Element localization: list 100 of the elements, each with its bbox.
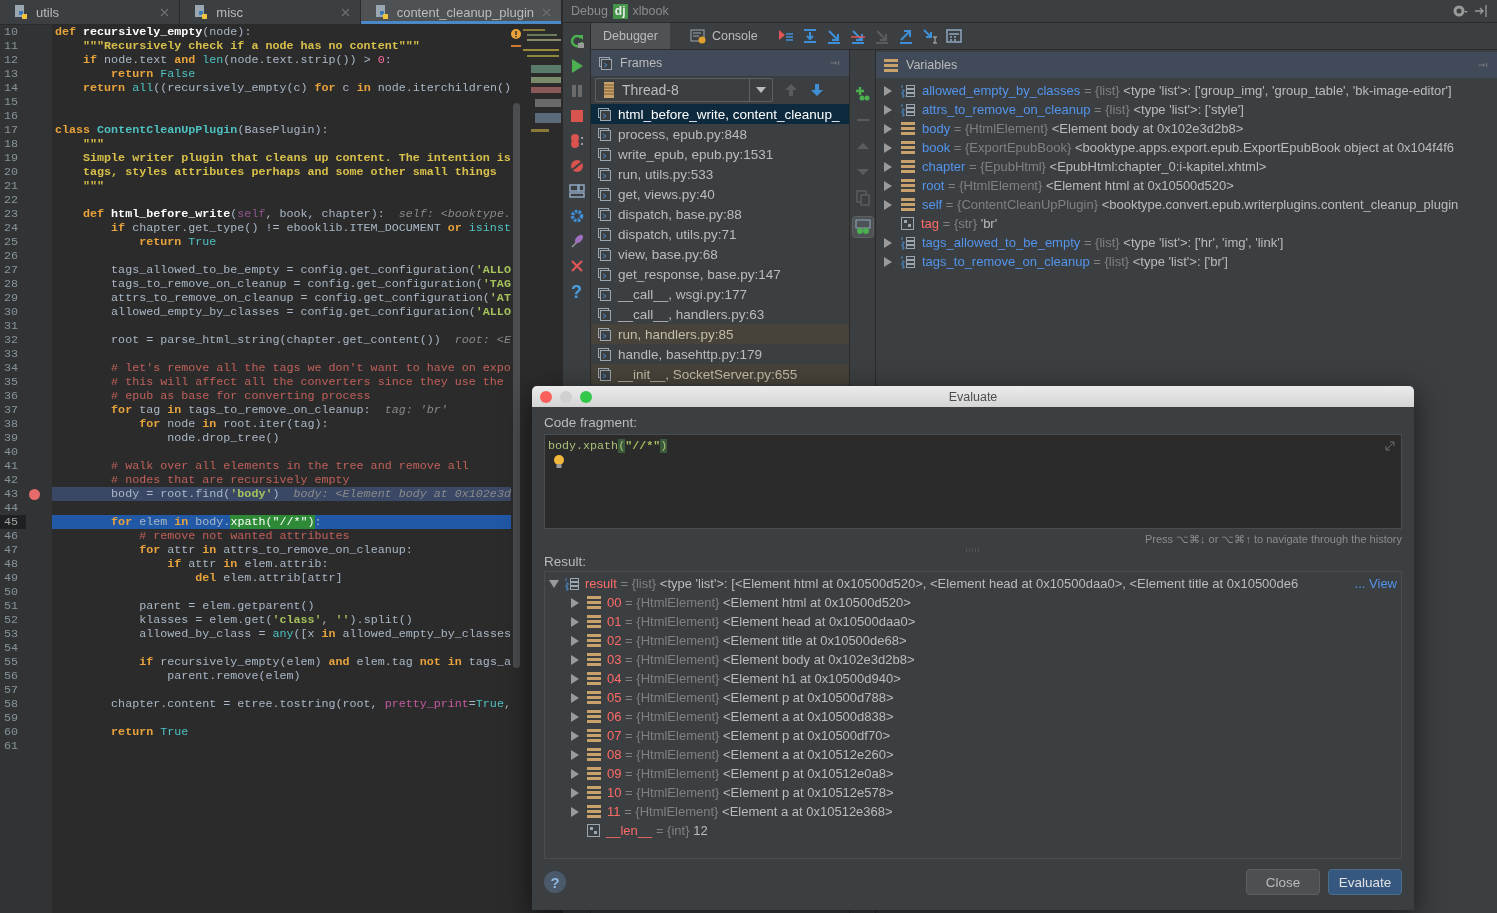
- result-entry[interactable]: 02 = {HtmlElement} <Element title at 0x10500de68>: [607, 633, 907, 648]
- add-watch-icon[interactable]: [854, 86, 871, 102]
- stack-frame[interactable]: get, views.py:40: [591, 184, 849, 204]
- next-frame-icon[interactable]: [809, 82, 825, 98]
- stack-frame[interactable]: run, handlers.py:85: [591, 324, 849, 344]
- watches-toggle-icon[interactable]: [851, 216, 874, 238]
- show-execution-point-icon[interactable]: [777, 28, 794, 44]
- editor-tab[interactable]: misc: [180, 0, 361, 24]
- expand-arrow-icon[interactable]: [883, 256, 893, 267]
- result-entry[interactable]: 11 = {HtmlElement} <Element a at 0x10512e368>: [607, 804, 893, 819]
- warning-icon[interactable]: [511, 29, 521, 39]
- variable-entry[interactable]: root = {HtmlElement} <Element html at 0x10500d520>: [922, 178, 1234, 193]
- variable-entry[interactable]: tag = {str} 'br': [921, 216, 998, 231]
- result-entry[interactable]: 04 = {HtmlElement} <Element h1 at 0x10500d940>: [607, 671, 901, 686]
- stack-frame[interactable]: __call__, wsgi.py:177: [591, 284, 849, 304]
- expand-arrow-icon[interactable]: [883, 199, 893, 210]
- variable-entry[interactable]: chapter = {EpubHtml} <EpubHtml:chapter_0:i-kapitel.xhtml>: [922, 159, 1267, 174]
- expand-arrow-icon[interactable]: [570, 692, 580, 703]
- variable-entry[interactable]: tags_allowed_to_be_empty = {list} <type 'list'>: ['hr', 'img', 'link']: [922, 235, 1284, 250]
- expand-arrow-icon[interactable]: [570, 635, 580, 646]
- stack-frame[interactable]: process, epub.py:848: [591, 124, 849, 144]
- console-icon[interactable]: [689, 28, 706, 44]
- close-button[interactable]: Close: [1246, 869, 1320, 895]
- result-entry[interactable]: 06 = {HtmlElement} <Element a at 0x10500d838>: [607, 709, 894, 724]
- stack-frame[interactable]: handle, basehttp.py:179: [591, 344, 849, 364]
- editor-tab[interactable]: utils: [0, 0, 181, 24]
- expand-arrow-icon[interactable]: [570, 749, 580, 760]
- step-out-icon[interactable]: [897, 28, 914, 44]
- hide-panel-icon[interactable]: [1473, 3, 1489, 19]
- expand-arrow-icon[interactable]: [570, 730, 580, 741]
- result-entry[interactable]: 05 = {HtmlElement} <Element p at 0x10500d788>: [607, 690, 894, 705]
- expand-arrow-icon[interactable]: [883, 142, 893, 153]
- result-entry[interactable]: result = {list} <type 'list'>: [<Element html at 0x10500d520>, <Element head at 0x10500daa0>, <Element title at 0x10500de6: [585, 576, 1299, 591]
- expand-arrow-icon[interactable]: [570, 768, 580, 779]
- stack-frame[interactable]: dispatch, base.py:88: [591, 204, 849, 224]
- rerun-icon[interactable]: [568, 33, 585, 49]
- settings-icon[interactable]: [568, 208, 585, 224]
- variable-entry[interactable]: book = {ExportEpubBook} <booktype.apps.export.epub.ExportEpubBook object at 0x104f4f6: [922, 140, 1454, 155]
- stack-frame[interactable]: html_before_write, content_cleanup_: [591, 104, 849, 124]
- variable-entry[interactable]: attrs_to_remove_on_cleanup = {list} <type 'list'>: ['style']: [922, 102, 1244, 117]
- result-entry[interactable]: 03 = {HtmlElement} <Element body at 0x102e3d2b8>: [607, 652, 915, 667]
- debugger-tab[interactable]: Console: [677, 23, 770, 49]
- expand-arrow-icon[interactable]: [570, 711, 580, 722]
- stack-frame[interactable]: run, utils.py:533: [591, 164, 849, 184]
- expand-arrow-icon[interactable]: [883, 161, 893, 172]
- step-over-icon[interactable]: [801, 28, 818, 44]
- expand-arrow-icon[interactable]: [570, 616, 580, 627]
- stack-frame[interactable]: __call__, handlers.py:63: [591, 304, 849, 324]
- close-icon[interactable]: [340, 7, 350, 17]
- settings-icon[interactable]: [1452, 3, 1468, 19]
- breakpoints-icon[interactable]: [568, 133, 585, 149]
- expand-arrow-icon[interactable]: [570, 654, 580, 665]
- evaluate-expression-icon[interactable]: [945, 28, 962, 44]
- step-into-my-code-icon[interactable]: [849, 28, 866, 44]
- variable-entry[interactable]: self = {ContentCleanUpPlugin} <booktype.convert.epub.writerplugins.content_cleanup_plugin: [922, 197, 1459, 212]
- stop-icon[interactable]: [568, 108, 585, 124]
- debugger-tab[interactable]: Debugger: [591, 23, 670, 49]
- step-into-icon[interactable]: [825, 28, 842, 44]
- layout-icon[interactable]: [568, 183, 585, 199]
- result-entry[interactable]: 01 = {HtmlElement} <Element head at 0x10500daa0>: [607, 614, 916, 629]
- result-entry[interactable]: 10 = {HtmlElement} <Element p at 0x10512e578>: [607, 785, 894, 800]
- variable-entry[interactable]: body = {HtmlElement} <Element body at 0x102e3d2b8>: [922, 121, 1244, 136]
- code-fragment-field[interactable]: body.xpath("//*"): [544, 434, 1402, 529]
- expand-icon[interactable]: [1385, 441, 1395, 451]
- expand-arrow-icon[interactable]: [570, 787, 580, 798]
- expand-arrow-icon[interactable]: [883, 237, 893, 248]
- close-icon[interactable]: [160, 7, 170, 17]
- stack-frame[interactable]: dispatch, utils.py:71: [591, 224, 849, 244]
- scrollbar[interactable]: [512, 103, 520, 668]
- expand-arrow-icon[interactable]: [570, 673, 580, 684]
- stack-frame[interactable]: write_epub, epub.py:1531: [591, 144, 849, 164]
- variable-entry[interactable]: allowed_empty_by_classes = {list} <type 'list'>: ['group_img', 'group_table', 'bk-image-editor']: [922, 83, 1452, 98]
- expand-arrow-icon[interactable]: [570, 597, 580, 608]
- close-window-icon[interactable]: [540, 390, 552, 403]
- result-entry[interactable]: 07 = {HtmlElement} <Element p at 0x10500df70>: [607, 728, 890, 743]
- expand-arrow-icon[interactable]: [883, 104, 893, 115]
- variable-entry[interactable]: tags_to_remove_on_cleanup = {list} <type 'list'>: ['br']: [922, 254, 1228, 269]
- result-entry[interactable]: __len__ = {int} 12: [606, 823, 708, 838]
- lightbulb-icon[interactable]: [554, 455, 564, 469]
- thread-dropdown[interactable]: Thread-8: [595, 78, 773, 102]
- expand-arrow-icon[interactable]: [883, 123, 893, 134]
- breakpoint-icon[interactable]: [28, 488, 40, 500]
- evaluate-button[interactable]: Evaluate: [1328, 869, 1402, 895]
- result-entry[interactable]: 08 = {HtmlElement} <Element a at 0x10512e260>: [607, 747, 894, 762]
- stack-frame[interactable]: get_response, base.py:147: [591, 264, 849, 284]
- result-entry[interactable]: 00 = {HtmlElement} <Element html at 0x10500d520>: [607, 595, 911, 610]
- view-link[interactable]: ... View: [1354, 576, 1401, 591]
- expand-arrow-icon[interactable]: [883, 85, 893, 96]
- stack-frame[interactable]: __init__, SocketServer.py:655: [591, 364, 849, 384]
- close-icon[interactable]: [568, 258, 585, 274]
- result-entry[interactable]: 09 = {HtmlElement} <Element p at 0x10512e0a8>: [607, 766, 894, 781]
- help-button[interactable]: ?: [571, 283, 582, 301]
- stack-frame[interactable]: view, base.py:68: [591, 244, 849, 264]
- collapse-arrow-icon[interactable]: [549, 578, 559, 589]
- run-to-cursor-icon[interactable]: [921, 28, 938, 44]
- mute-breakpoints-icon[interactable]: [568, 158, 585, 174]
- help-button[interactable]: ?: [544, 871, 566, 893]
- expand-arrow-icon[interactable]: [570, 806, 580, 817]
- editor-tab[interactable]: content_cleanup_plugin: [360, 0, 562, 24]
- expand-arrow-icon[interactable]: [883, 180, 893, 191]
